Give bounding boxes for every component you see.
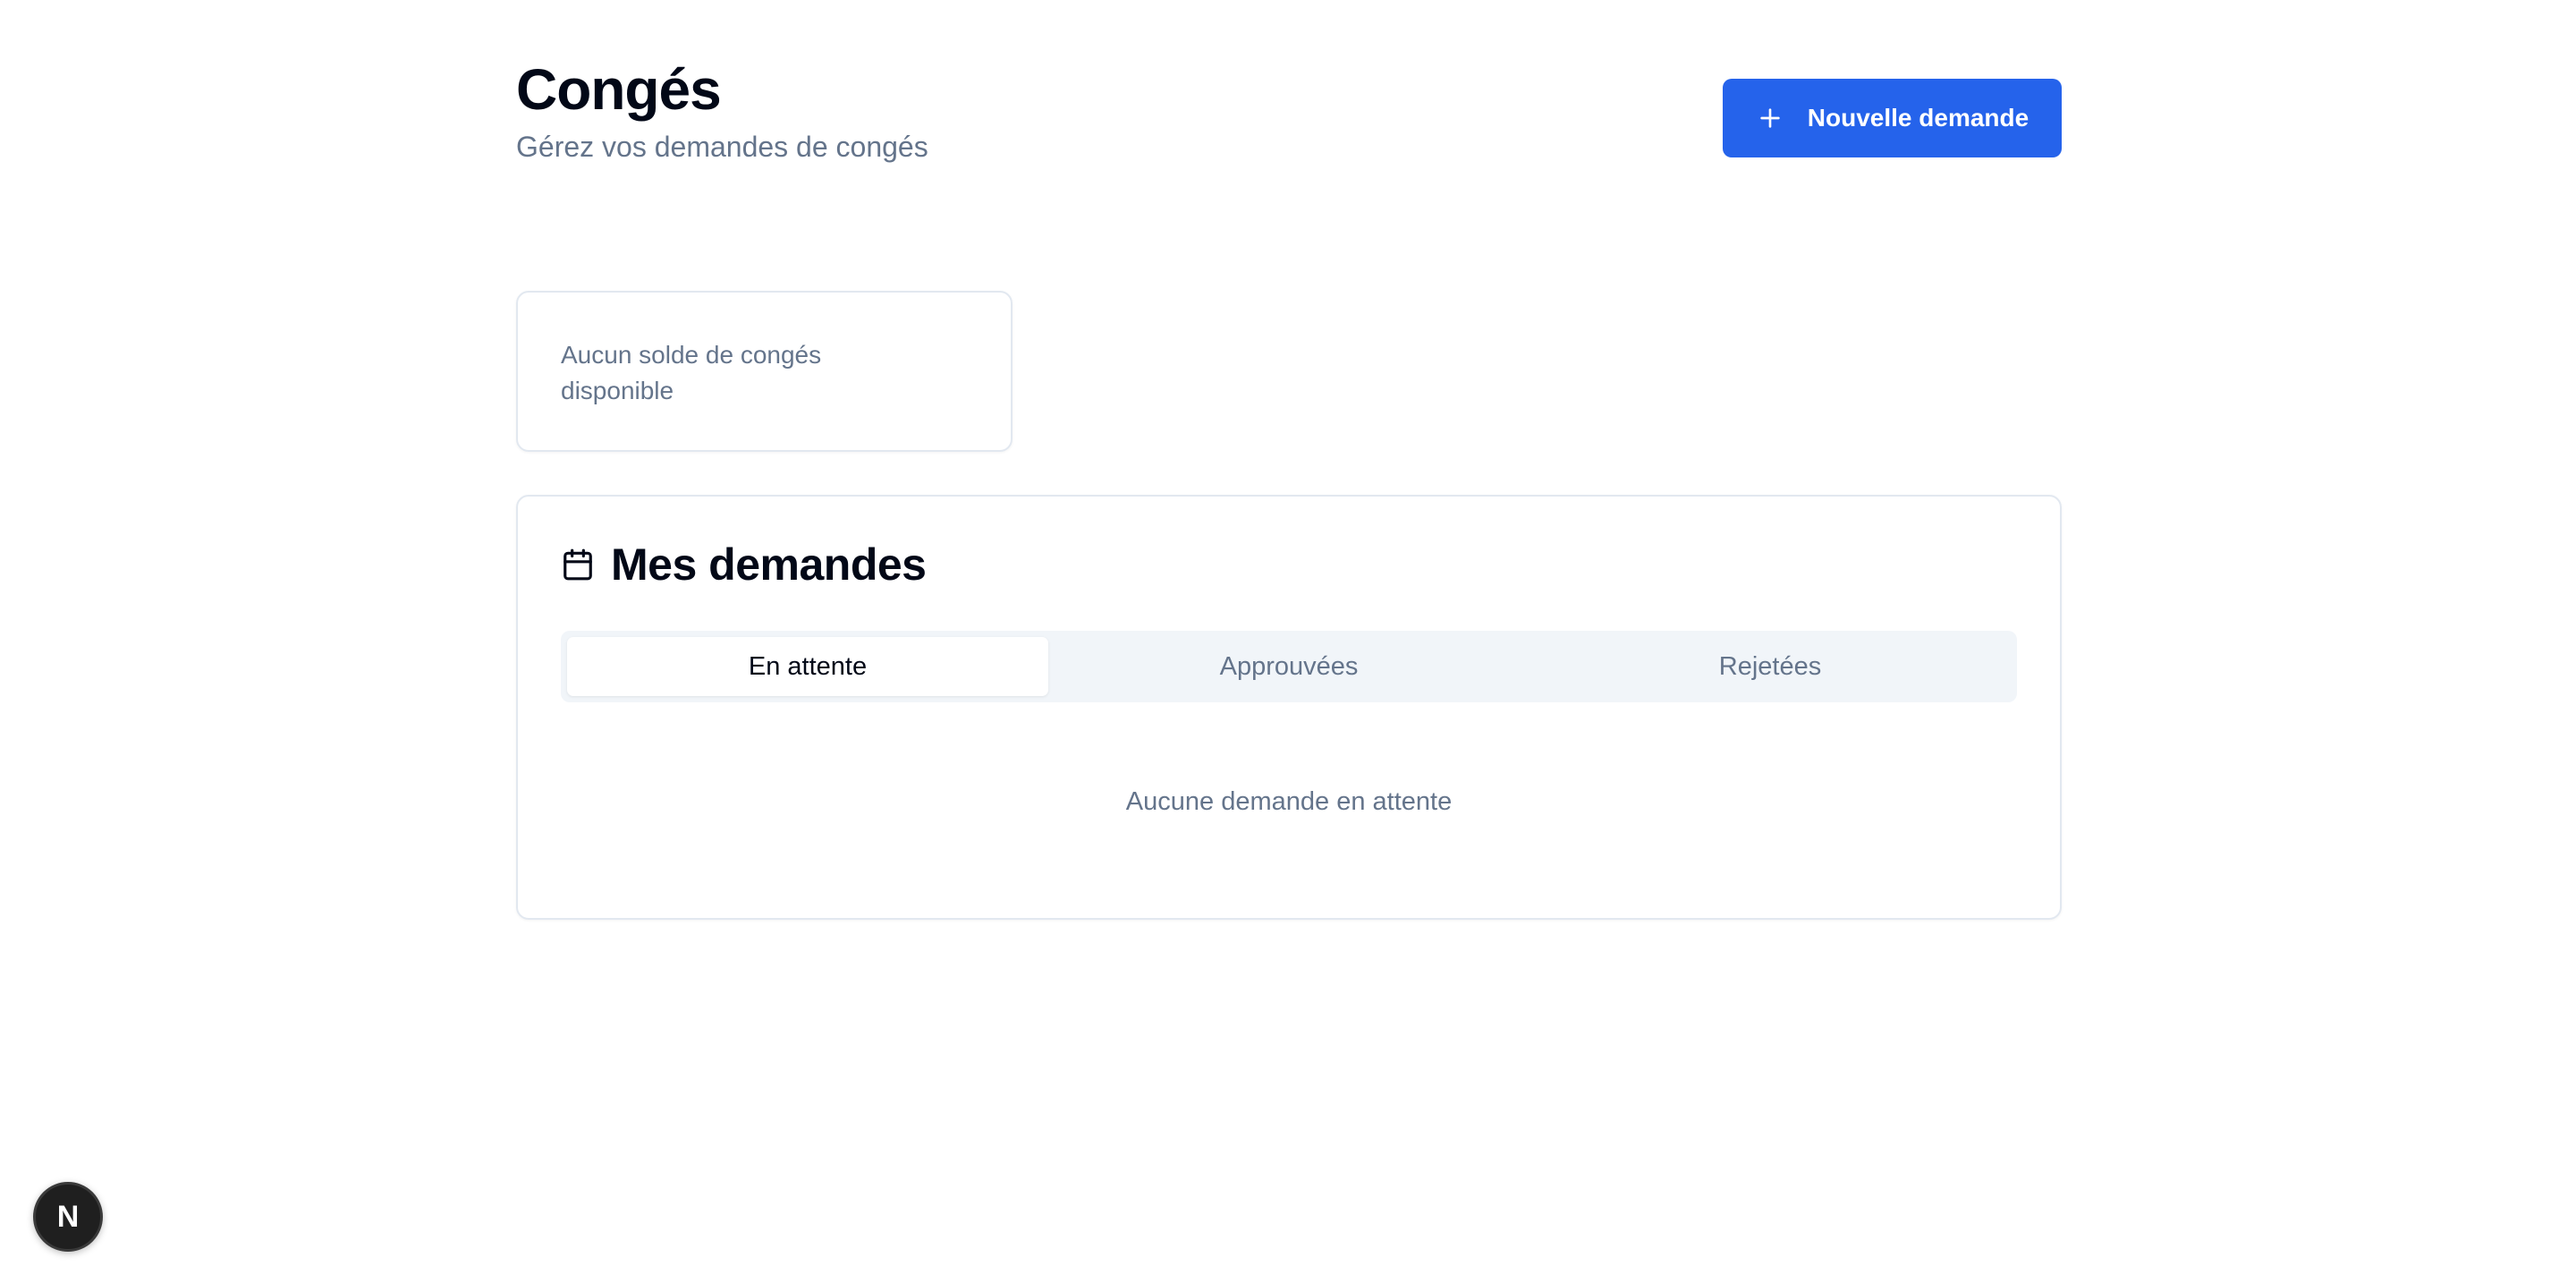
nextjs-logo-icon: N — [56, 1199, 80, 1234]
page-subtitle: Gérez vos demandes de congés — [516, 131, 928, 163]
title-block: Congés Gérez vos demandes de congés — [516, 54, 928, 166]
calendar-icon — [564, 548, 592, 581]
card-title: Mes demandes — [611, 540, 927, 590]
page-title: Congés — [516, 57, 722, 122]
tab-pending[interactable]: En attente — [567, 637, 1048, 696]
tab-rejected[interactable]: Rejetées — [1530, 637, 2011, 696]
leave-balance-card: Aucun solde de congés disponible — [516, 291, 1013, 452]
page-header: Congés Gérez vos demandes de congés Nouv… — [516, 54, 2062, 188]
empty-state-text: Aucune demande en attente — [1125, 787, 1453, 816]
tab-approved[interactable]: Approuvées — [1048, 637, 1530, 696]
card-title-row: Mes demandes — [561, 534, 2017, 595]
new-request-label: Nouvelle demande — [1807, 104, 2029, 132]
my-requests-card: Mes demandes En attente Approuvées Rejet… — [516, 495, 2062, 920]
plus-icon — [1760, 108, 1780, 128]
request-tabs: En attente Approuvées Rejetées — [561, 631, 2017, 702]
page: Congés Gérez vos demandes de congés Nouv… — [516, 54, 2062, 920]
nextjs-dev-badge[interactable]: N — [33, 1182, 103, 1252]
balance-empty-text: Aucun solde de congés disponible — [561, 341, 822, 404]
new-request-button[interactable]: Nouvelle demande — [1723, 79, 2062, 157]
